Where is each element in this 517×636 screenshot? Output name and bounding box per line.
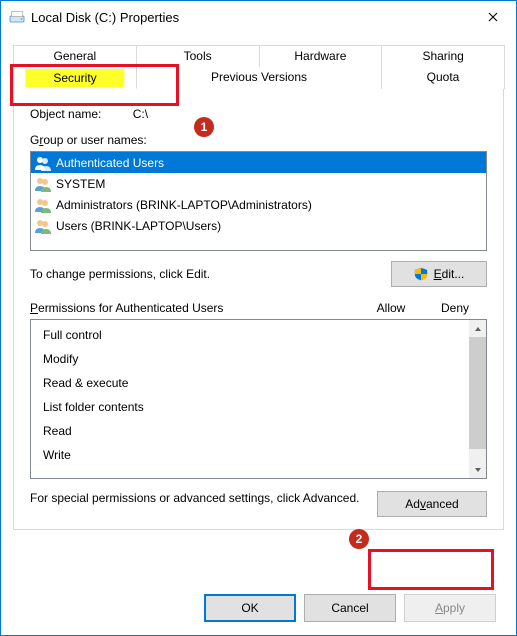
advanced-button[interactable]: Advanced (377, 491, 487, 517)
edit-permissions-row: To change permissions, click Edit. Edit.… (30, 261, 487, 287)
users-icon (34, 176, 52, 192)
groups-listbox[interactable]: Authenticated Users SYSTEM Administrator… (30, 151, 487, 251)
allow-column-header: Allow (359, 301, 423, 315)
advanced-text: For special permissions or advanced sett… (30, 491, 377, 505)
object-name-value: C:\ (133, 107, 148, 121)
groups-label: Group or user names: (30, 133, 487, 147)
list-item[interactable]: Users (BRINK-LAPTOP\Users) (31, 215, 486, 236)
annotation-step-2: 2 (349, 529, 369, 549)
permission-item: Modify (43, 347, 469, 371)
advanced-row: For special permissions or advanced sett… (30, 491, 487, 517)
tab-general[interactable]: General (13, 45, 137, 67)
cancel-button[interactable]: Cancel (304, 594, 396, 622)
permissions-scroll-area: Full control Modify Read & execute List … (31, 320, 469, 478)
properties-dialog: Local Disk (C:) Properties 1 General Too… (0, 0, 517, 636)
dialog-footer: OK Cancel Apply (1, 581, 516, 635)
scroll-up-button[interactable] (469, 320, 486, 337)
dialog-content: 1 General Tools Hardware Sharing Securit… (1, 33, 516, 581)
list-item[interactable]: Administrators (BRINK-LAPTOP\Administrat… (31, 194, 486, 215)
permission-item: Read & execute (43, 371, 469, 395)
apply-button[interactable]: Apply (404, 594, 496, 622)
edit-permissions-text: To change permissions, click Edit. (30, 267, 391, 281)
close-button[interactable] (470, 1, 516, 33)
users-icon (34, 218, 52, 234)
users-icon (34, 155, 52, 171)
object-name-row: Object name: C:\ (30, 107, 487, 121)
tab-strip: General Tools Hardware Sharing Security … (13, 45, 504, 89)
list-item[interactable]: Authenticated Users (31, 152, 486, 173)
edit-button[interactable]: Edit... (391, 261, 487, 287)
permission-item: Full control (43, 323, 469, 347)
scroll-track[interactable] (469, 337, 486, 461)
permission-item: Write (43, 443, 469, 467)
drive-icon (9, 9, 25, 25)
scrollbar[interactable] (469, 320, 486, 478)
object-name-label: Object name: (30, 107, 101, 121)
permission-item: List folder contents (43, 395, 469, 419)
tab-quota[interactable]: Quota (381, 67, 505, 89)
uac-shield-icon (414, 267, 428, 281)
users-icon (34, 197, 52, 213)
tab-sharing[interactable]: Sharing (381, 45, 505, 67)
scroll-thumb[interactable] (469, 337, 486, 449)
tab-security[interactable]: Security (13, 67, 137, 89)
permissions-header: Permissions for Authenticated Users Allo… (30, 301, 487, 315)
ok-button[interactable]: OK (204, 594, 296, 622)
tab-tools[interactable]: Tools (136, 45, 260, 67)
scroll-down-button[interactable] (469, 461, 486, 478)
titlebar: Local Disk (C:) Properties (1, 1, 516, 33)
permissions-for-label: Permissions for Authenticated Users (30, 301, 359, 315)
window-title: Local Disk (C:) Properties (31, 10, 470, 25)
annotation-step-1: 1 (194, 117, 214, 137)
tab-hardware[interactable]: Hardware (259, 45, 383, 67)
security-panel: Object name: C:\ Group or user names: Au… (13, 89, 504, 530)
permission-item: Read (43, 419, 469, 443)
permissions-listbox[interactable]: Full control Modify Read & execute List … (30, 319, 487, 479)
deny-column-header: Deny (423, 301, 487, 315)
tab-previous-versions[interactable]: Previous Versions (136, 67, 382, 89)
list-item[interactable]: SYSTEM (31, 173, 486, 194)
